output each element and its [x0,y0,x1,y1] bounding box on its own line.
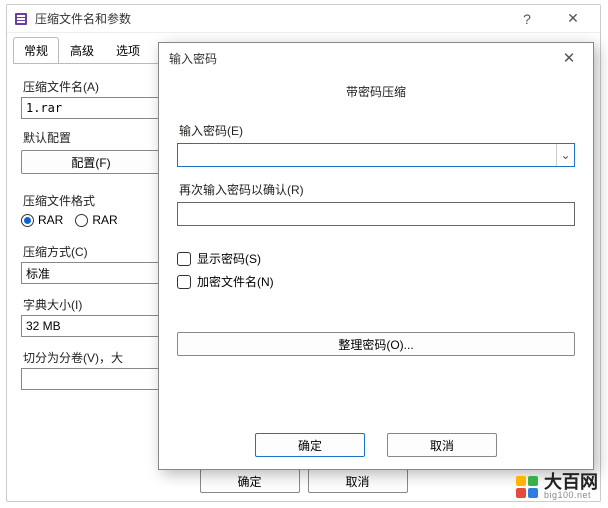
modal-ok-button[interactable]: 确定 [255,433,365,457]
main-titlebar: 压缩文件名和参数 ? ✕ [7,5,600,33]
main-bottom-buttons: 确定 取消 [7,469,600,493]
main-ok-button[interactable]: 确定 [200,469,300,493]
modal-title: 输入密码 [169,50,551,67]
reenter-pwd-label: 再次输入密码以确认(R) [179,181,575,198]
method-select[interactable]: 标准 [21,262,161,284]
help-button[interactable]: ? [504,5,550,32]
tab-advanced[interactable]: 高级 [59,37,105,63]
checkbox-icon [177,275,191,289]
format-rar5-label: RAR [92,213,117,227]
dict-value: 32 MB [26,319,61,333]
modal-body: 输入密码(E) ⌄ 再次输入密码以确认(R) 显示密码(S) 加密文件名(N) … [159,122,593,356]
watermark-text: 大百网 big100.net [544,473,598,500]
enter-pwd-label: 输入密码(E) [179,122,575,139]
main-cancel-button[interactable]: 取消 [308,469,408,493]
password-input[interactable]: ⌄ [177,143,575,167]
password-confirm-input[interactable] [177,202,575,226]
modal-header: 带密码压缩 [159,73,593,118]
chevron-down-icon[interactable]: ⌄ [556,144,574,166]
main-title: 压缩文件名和参数 [35,10,504,27]
watermark: 大百网 big100.net [516,473,598,500]
watermark-big: 大百网 [544,473,598,491]
format-rar5-radio[interactable]: RAR [75,213,117,227]
modal-buttons: 确定 取消 [159,433,593,457]
show-password-label: 显示密码(S) [197,250,261,267]
method-value: 标准 [26,265,50,282]
encrypt-names-label: 加密文件名(N) [197,273,274,290]
watermark-logo-icon [516,476,538,498]
modal-close-button[interactable]: ✕ [551,43,587,73]
format-rar-radio[interactable]: RAR [21,213,63,227]
profiles-button[interactable]: 配置(F) [21,150,161,174]
radio-icon [21,214,34,227]
tab-options[interactable]: 选项 [105,37,151,63]
app-icon [13,11,29,27]
tab-general[interactable]: 常规 [13,37,59,63]
organize-passwords-button[interactable]: 整理密码(O)... [177,332,575,356]
format-rar-label: RAR [38,213,63,227]
watermark-small: big100.net [544,491,598,500]
encrypt-names-checkbox[interactable]: 加密文件名(N) [177,273,575,290]
show-password-checkbox[interactable]: 显示密码(S) [177,250,575,267]
checkbox-icon [177,252,191,266]
split-select[interactable] [21,368,161,390]
radio-icon [75,214,88,227]
close-button[interactable]: ✕ [550,5,596,32]
modal-titlebar: 输入密码 ✕ [159,43,593,73]
dict-select[interactable]: 32 MB [21,315,161,337]
password-dialog: 输入密码 ✕ 带密码压缩 输入密码(E) ⌄ 再次输入密码以确认(R) 显示密码… [158,42,594,470]
archive-name-input[interactable] [21,97,161,119]
modal-cancel-button[interactable]: 取消 [387,433,497,457]
